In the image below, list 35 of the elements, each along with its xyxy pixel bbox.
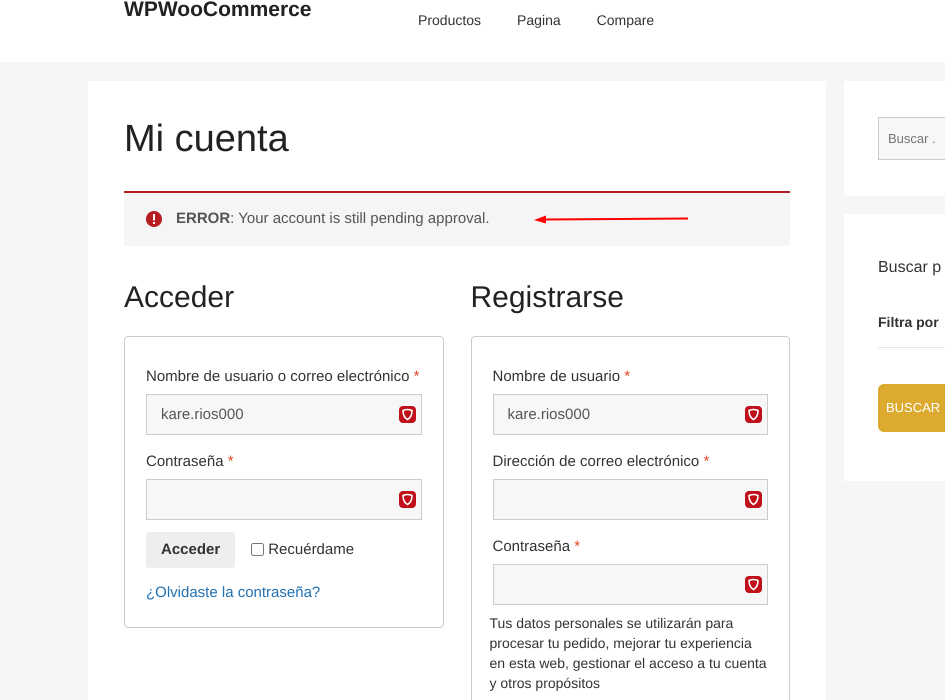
field-label: Contraseña bbox=[146, 452, 224, 470]
required-mark: * bbox=[414, 368, 420, 385]
nav-link[interactable]: Productos bbox=[418, 10, 482, 31]
error-message: ERROR: Your account is still pending approval. bbox=[176, 208, 490, 229]
privacy-text: Tus datos personales se utilizarán para procesar tu pedido, mejorar tu experiencia en esta web, gestionar el acceso a tu cuenta y otros propósitos bbox=[490, 614, 768, 693]
page-title: Mi cuenta bbox=[124, 117, 290, 162]
field-label: Contraseña bbox=[492, 538, 570, 555]
error-icon bbox=[146, 211, 162, 228]
required-mark: * bbox=[574, 538, 580, 555]
nav-link[interactable]: Compare bbox=[596, 10, 654, 31]
register-heading: Registrarse bbox=[470, 280, 625, 316]
shield-icon bbox=[745, 406, 762, 423]
input-field[interactable]: kare.rios000 bbox=[492, 394, 768, 435]
widget-heading: Buscar p bbox=[878, 258, 942, 278]
login-heading: Acceder bbox=[124, 280, 236, 316]
field-label: Dirección de correo electrónico bbox=[492, 452, 700, 470]
required-mark: * bbox=[228, 452, 234, 470]
nav-link[interactable]: Pagina bbox=[517, 10, 561, 31]
required-mark: * bbox=[703, 452, 710, 470]
field-label: Nombre de usuario o correo electrónico bbox=[146, 368, 410, 385]
input-field[interactable] bbox=[492, 478, 768, 520]
login-button[interactable]: Acceder bbox=[146, 532, 236, 568]
site-title[interactable]: WPWooCommerce bbox=[124, 0, 418, 26]
input-field[interactable] bbox=[492, 564, 768, 605]
input-field[interactable] bbox=[146, 478, 422, 520]
shield-icon bbox=[745, 490, 762, 508]
required-mark: * bbox=[624, 368, 630, 385]
remember-label: Recuérdame bbox=[268, 540, 354, 560]
shield-icon bbox=[745, 576, 762, 593]
field-label: Nombre de usuario bbox=[492, 368, 620, 385]
lost-password-link[interactable]: ¿Olvidaste la contraseña? bbox=[146, 582, 320, 605]
input-field[interactable]: kare.rios000 bbox=[146, 394, 422, 435]
remember-checkbox[interactable] bbox=[251, 543, 264, 556]
filter-label: Filtra por bbox=[878, 314, 939, 330]
search-field[interactable]: Buscar . bbox=[878, 117, 945, 160]
